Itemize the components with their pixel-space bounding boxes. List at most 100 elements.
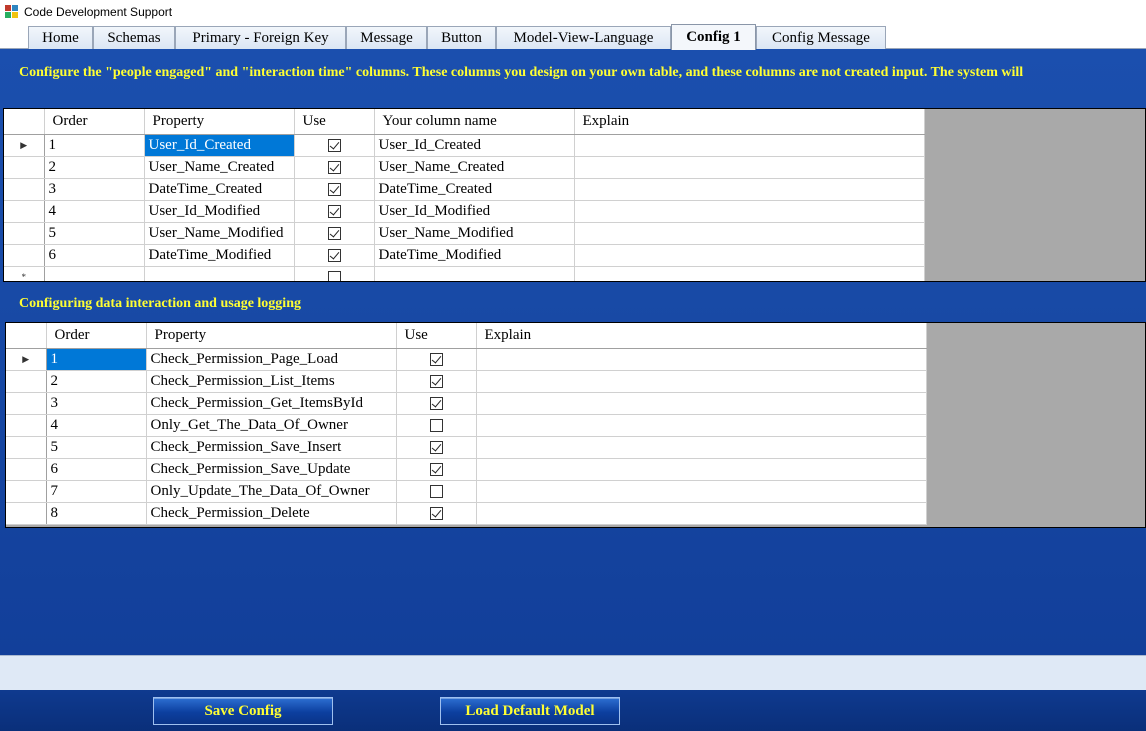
- order-cell[interactable]: 3: [44, 178, 145, 201]
- row-header[interactable]: [6, 436, 47, 459]
- use-cell[interactable]: [294, 156, 375, 179]
- use-checkbox[interactable]: [327, 138, 341, 152]
- use-checkbox[interactable]: [429, 418, 443, 432]
- property-cell[interactable]: DateTime_Modified: [144, 244, 295, 267]
- use-cell[interactable]: [396, 458, 477, 481]
- explain-cell[interactable]: [476, 480, 927, 503]
- use-checkbox[interactable]: [429, 462, 443, 476]
- property-cell[interactable]: Check_Permission_Save_Update: [146, 458, 397, 481]
- explain-cell[interactable]: [574, 266, 925, 281]
- row-header[interactable]: [4, 178, 45, 201]
- tab-home[interactable]: Home: [28, 26, 93, 49]
- order-cell[interactable]: 1: [46, 348, 147, 371]
- use-checkbox[interactable]: [429, 440, 443, 454]
- table-row[interactable]: 2 User_Name_Created User_Name_Created: [4, 156, 925, 179]
- row-header[interactable]: ▶: [6, 348, 47, 371]
- col-header-column-name[interactable]: Your column name: [374, 109, 575, 135]
- property-cell[interactable]: DateTime_Created: [144, 178, 295, 201]
- property-cell[interactable]: Check_Permission_Get_ItemsById: [146, 392, 397, 415]
- property-cell[interactable]: User_Name_Modified: [144, 222, 295, 245]
- property-cell[interactable]: Check_Permission_Page_Load: [146, 348, 397, 371]
- property-cell[interactable]: Only_Update_The_Data_Of_Owner: [146, 480, 397, 503]
- explain-cell[interactable]: [574, 156, 925, 179]
- table-row[interactable]: ▶ 1 Check_Permission_Page_Load: [6, 348, 927, 371]
- row-header[interactable]: [6, 480, 47, 503]
- order-cell[interactable]: 4: [44, 200, 145, 223]
- column-name-cell[interactable]: User_Name_Modified: [374, 222, 575, 245]
- column-name-cell[interactable]: User_Id_Modified: [374, 200, 575, 223]
- use-cell[interactable]: [294, 178, 375, 201]
- order-cell[interactable]: 1: [44, 134, 145, 157]
- use-cell[interactable]: [294, 222, 375, 245]
- table-row[interactable]: 6 DateTime_Modified DateTime_Modified: [4, 244, 925, 267]
- order-cell[interactable]: 8: [46, 502, 147, 525]
- use-cell[interactable]: [396, 370, 477, 393]
- tab-button[interactable]: Button: [427, 26, 496, 49]
- col-header-property[interactable]: Property: [146, 323, 397, 349]
- use-checkbox[interactable]: [327, 270, 341, 281]
- property-cell[interactable]: [144, 266, 295, 281]
- property-cell[interactable]: Check_Permission_Delete: [146, 502, 397, 525]
- column-name-cell[interactable]: User_Id_Created: [374, 134, 575, 157]
- row-header[interactable]: [4, 244, 45, 267]
- row-header[interactable]: [6, 502, 47, 525]
- use-cell[interactable]: [396, 348, 477, 371]
- use-cell[interactable]: [294, 266, 375, 281]
- col-header-order[interactable]: Order: [44, 109, 145, 135]
- col-header-explain[interactable]: Explain: [574, 109, 925, 135]
- explain-cell[interactable]: [574, 222, 925, 245]
- use-cell[interactable]: [396, 414, 477, 437]
- row-header[interactable]: [4, 156, 45, 179]
- explain-cell[interactable]: [476, 436, 927, 459]
- column-name-cell[interactable]: DateTime_Modified: [374, 244, 575, 267]
- row-header[interactable]: [6, 458, 47, 481]
- row-header[interactable]: [4, 200, 45, 223]
- column-name-cell[interactable]: DateTime_Created: [374, 178, 575, 201]
- order-cell[interactable]: 6: [44, 244, 145, 267]
- column-name-cell[interactable]: User_Name_Created: [374, 156, 575, 179]
- save-config-button[interactable]: Save Config: [153, 697, 333, 725]
- order-cell[interactable]: [44, 266, 145, 281]
- explain-cell[interactable]: [476, 370, 927, 393]
- table-row[interactable]: 6 Check_Permission_Save_Update: [6, 458, 927, 481]
- logging-config-grid[interactable]: Order Property Use Explain ▶ 1 Check_Per…: [5, 322, 1146, 528]
- explain-cell[interactable]: [476, 502, 927, 525]
- col-header-property[interactable]: Property: [144, 109, 295, 135]
- row-header[interactable]: ▶: [4, 134, 45, 157]
- property-cell[interactable]: User_Id_Modified: [144, 200, 295, 223]
- columns-config-grid[interactable]: Order Property Use Your column name Expl…: [3, 108, 1146, 282]
- order-cell[interactable]: 2: [46, 370, 147, 393]
- table-row[interactable]: 5 User_Name_Modified User_Name_Modified: [4, 222, 925, 245]
- load-default-model-button[interactable]: Load Default Model: [440, 697, 620, 725]
- property-cell[interactable]: User_Id_Created: [144, 134, 295, 157]
- use-checkbox[interactable]: [429, 374, 443, 388]
- table-row[interactable]: 4 Only_Get_The_Data_Of_Owner: [6, 414, 927, 437]
- table-row[interactable]: 5 Check_Permission_Save_Insert: [6, 436, 927, 459]
- order-cell[interactable]: 2: [44, 156, 145, 179]
- explain-cell[interactable]: [574, 134, 925, 157]
- use-checkbox[interactable]: [327, 248, 341, 262]
- property-cell[interactable]: Check_Permission_List_Items: [146, 370, 397, 393]
- order-cell[interactable]: 5: [46, 436, 147, 459]
- order-cell[interactable]: 5: [44, 222, 145, 245]
- use-checkbox[interactable]: [327, 160, 341, 174]
- row-header[interactable]: [6, 370, 47, 393]
- tab-schemas[interactable]: Schemas: [93, 26, 175, 49]
- explain-cell[interactable]: [574, 178, 925, 201]
- order-cell[interactable]: 3: [46, 392, 147, 415]
- use-checkbox[interactable]: [429, 484, 443, 498]
- tab-primary-foreign-key[interactable]: Primary - Foreign Key: [175, 26, 346, 49]
- table-row[interactable]: 7 Only_Update_The_Data_Of_Owner: [6, 480, 927, 503]
- row-header[interactable]: [4, 222, 45, 245]
- use-cell[interactable]: [294, 244, 375, 267]
- order-cell[interactable]: 4: [46, 414, 147, 437]
- use-checkbox[interactable]: [327, 182, 341, 196]
- property-cell[interactable]: User_Name_Created: [144, 156, 295, 179]
- table-row[interactable]: 3 DateTime_Created DateTime_Created: [4, 178, 925, 201]
- use-cell[interactable]: [396, 502, 477, 525]
- use-cell[interactable]: [396, 480, 477, 503]
- explain-cell[interactable]: [574, 200, 925, 223]
- use-checkbox[interactable]: [429, 352, 443, 366]
- table-row[interactable]: 2 Check_Permission_List_Items: [6, 370, 927, 393]
- col-header-use[interactable]: Use: [294, 109, 375, 135]
